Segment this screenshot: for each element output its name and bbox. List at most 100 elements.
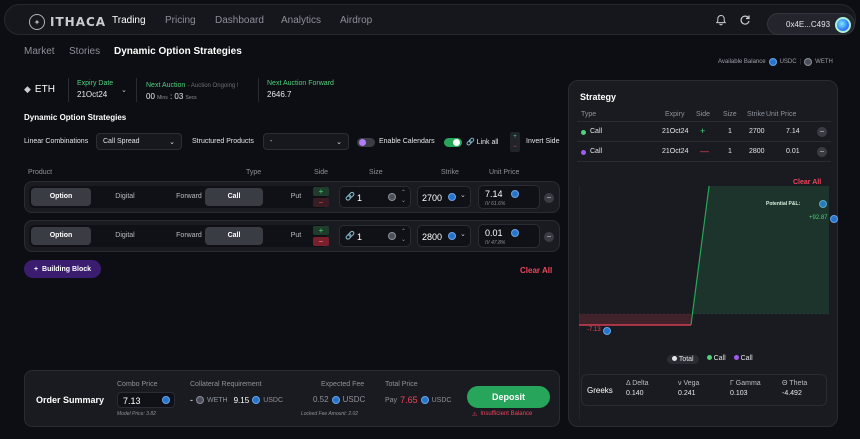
- st-strike: 2800: [749, 148, 765, 155]
- side-buy-button[interactable]: +: [313, 226, 329, 235]
- bell-icon[interactable]: [715, 14, 727, 26]
- chevron-down-icon[interactable]: ⌄: [121, 86, 127, 94]
- expiry-selector[interactable]: Expiry Date 21Oct24: [77, 80, 113, 99]
- eth-coin-icon: [388, 193, 396, 201]
- side-buy-button[interactable]: +: [313, 187, 329, 196]
- greek-vega-value: 0.241: [678, 390, 696, 397]
- remove-leg-icon[interactable]: −: [817, 127, 827, 137]
- header-strike: Strike: [441, 169, 459, 176]
- unit-price-box[interactable]: 7.14 IV 61.6%: [478, 185, 540, 209]
- invert-side-label: Invert Side: [526, 138, 560, 145]
- total-price-value: 7.65: [400, 395, 418, 405]
- forward-label: Next Auction Forward: [267, 80, 334, 87]
- usdc-icon: [162, 396, 170, 404]
- legend-total[interactable]: Total: [667, 355, 699, 364]
- invert-side-button[interactable]: + −: [510, 132, 520, 152]
- asset-name: ETH: [34, 84, 55, 95]
- header-type: Type: [246, 169, 262, 176]
- brand-logo[interactable]: ✦ ITHACA: [29, 14, 106, 30]
- size-input[interactable]: 🔗 1 ⌃ ⌄: [339, 225, 411, 247]
- auction-forward: Next Auction Forward 2646.7: [267, 80, 334, 99]
- linear-combinations-select[interactable]: Call Spread ⌄: [96, 133, 182, 150]
- chevron-down-icon: ⌄: [460, 231, 466, 238]
- stepper-icon[interactable]: ⌃ ⌄: [401, 228, 406, 244]
- breadcrumb-stories[interactable]: Stories: [69, 46, 100, 57]
- expiry-label: Expiry Date: [77, 80, 114, 87]
- auction-minutes-unit: Mins: [157, 95, 168, 101]
- collateral-values: - WETH 9.15 USDC: [190, 395, 283, 405]
- usdc-icon: [602, 327, 611, 335]
- expected-fee-unit: USDC: [342, 395, 366, 404]
- locked-fee: Locked Fee Amount: 2.02: [301, 411, 359, 417]
- structured-products-value: -: [270, 138, 273, 145]
- tab-digital[interactable]: Digital: [95, 188, 155, 206]
- stepper-icon[interactable]: ⌃ ⌄: [401, 189, 406, 205]
- forward-value: 2646.7: [267, 90, 292, 99]
- header-product: Product: [28, 169, 53, 176]
- tab-call[interactable]: Call: [205, 188, 263, 206]
- usdc-icon: [511, 229, 519, 237]
- profit-area: [692, 186, 829, 314]
- link-all-text: Link all: [476, 139, 499, 146]
- breadcrumb-market[interactable]: Market: [24, 46, 55, 57]
- greeks-title: Greeks: [587, 386, 613, 395]
- weth-label: WETH: [815, 59, 833, 65]
- usdc-icon: [829, 215, 838, 223]
- wallet-button[interactable]: 0x4E...C493: [767, 13, 855, 35]
- side-sell-button[interactable]: −: [313, 237, 329, 246]
- legend-call-2[interactable]: Call: [733, 355, 753, 364]
- collateral-weth-unit: WETH: [207, 396, 228, 404]
- strategy-title: Strategy: [580, 92, 617, 102]
- tab-option[interactable]: Option: [31, 227, 91, 245]
- usdc-icon: [331, 395, 340, 404]
- nav-trading[interactable]: Trading: [112, 15, 146, 26]
- st-side: +: [700, 126, 706, 136]
- nav-analytics[interactable]: Analytics: [281, 15, 321, 26]
- strike-select[interactable]: 2800 ⌄: [417, 225, 471, 247]
- section-title: Dynamic Option Strategies: [24, 113, 127, 122]
- nav-dashboard[interactable]: Dashboard: [215, 15, 264, 26]
- breadcrumb-dynamic-strategies[interactable]: Dynamic Option Strategies: [114, 46, 242, 57]
- clear-all-button[interactable]: Clear All: [520, 266, 552, 275]
- remove-leg-icon[interactable]: −: [544, 232, 554, 242]
- next-auction: Next Auction - Auction Ongoing ! 00 Mins…: [146, 82, 239, 101]
- expected-fee-label: Expected Fee: [321, 381, 365, 388]
- tab-digital[interactable]: Digital: [95, 227, 155, 245]
- combo-price-input[interactable]: 7.13: [117, 392, 175, 408]
- unit-price-box[interactable]: 0.01 IV 47.8%: [478, 224, 540, 248]
- product-tabs: Option Digital Forward: [29, 186, 221, 208]
- eth-coin-icon: [388, 232, 396, 240]
- collateral-usdc-value: 9.15: [233, 395, 250, 405]
- iv-value: IV 61.6%: [485, 201, 506, 207]
- deposit-button[interactable]: Deposit: [467, 386, 550, 408]
- asset-selector[interactable]: ◆ ETH: [24, 84, 55, 95]
- link-all-toggle[interactable]: [444, 138, 462, 147]
- greek-delta: Δ Delta 0.140: [626, 380, 649, 397]
- strategy-clear-all[interactable]: Clear All: [793, 179, 821, 186]
- structured-products-select[interactable]: - ⌄: [263, 133, 349, 150]
- st-header-side: Side: [696, 111, 711, 118]
- nav-pricing[interactable]: Pricing: [165, 15, 196, 26]
- strike-select[interactable]: 2700 ⌄: [417, 186, 471, 208]
- link-icon: 🔗: [345, 192, 355, 201]
- st-price: 7.14: [786, 128, 800, 135]
- loss-area: [579, 314, 691, 325]
- refresh-icon[interactable]: [739, 14, 751, 26]
- size-input[interactable]: 🔗 1 ⌃ ⌄: [339, 186, 411, 208]
- st-header-unit-price: Unit Price: [766, 111, 797, 118]
- header-size: Size: [369, 169, 383, 176]
- expected-fee: 0.52 USDC: [313, 395, 365, 404]
- side-sell-button[interactable]: −: [313, 198, 329, 207]
- greek-gamma-label: Γ Gamma: [730, 380, 761, 387]
- remove-leg-icon[interactable]: −: [817, 147, 827, 157]
- building-block-button[interactable]: + Building Block: [24, 260, 101, 278]
- link-all-label: 🔗 Link all: [466, 138, 498, 146]
- tab-call[interactable]: Call: [205, 227, 263, 245]
- enable-calendars-toggle[interactable]: [357, 138, 375, 147]
- greek-theta-label: Θ Theta: [782, 380, 808, 387]
- tab-option[interactable]: Option: [31, 188, 91, 206]
- st-size: 1: [728, 148, 732, 155]
- remove-leg-icon[interactable]: −: [544, 193, 554, 203]
- nav-airdrop[interactable]: Airdrop: [340, 15, 372, 26]
- legend-call-1[interactable]: Call: [706, 355, 726, 364]
